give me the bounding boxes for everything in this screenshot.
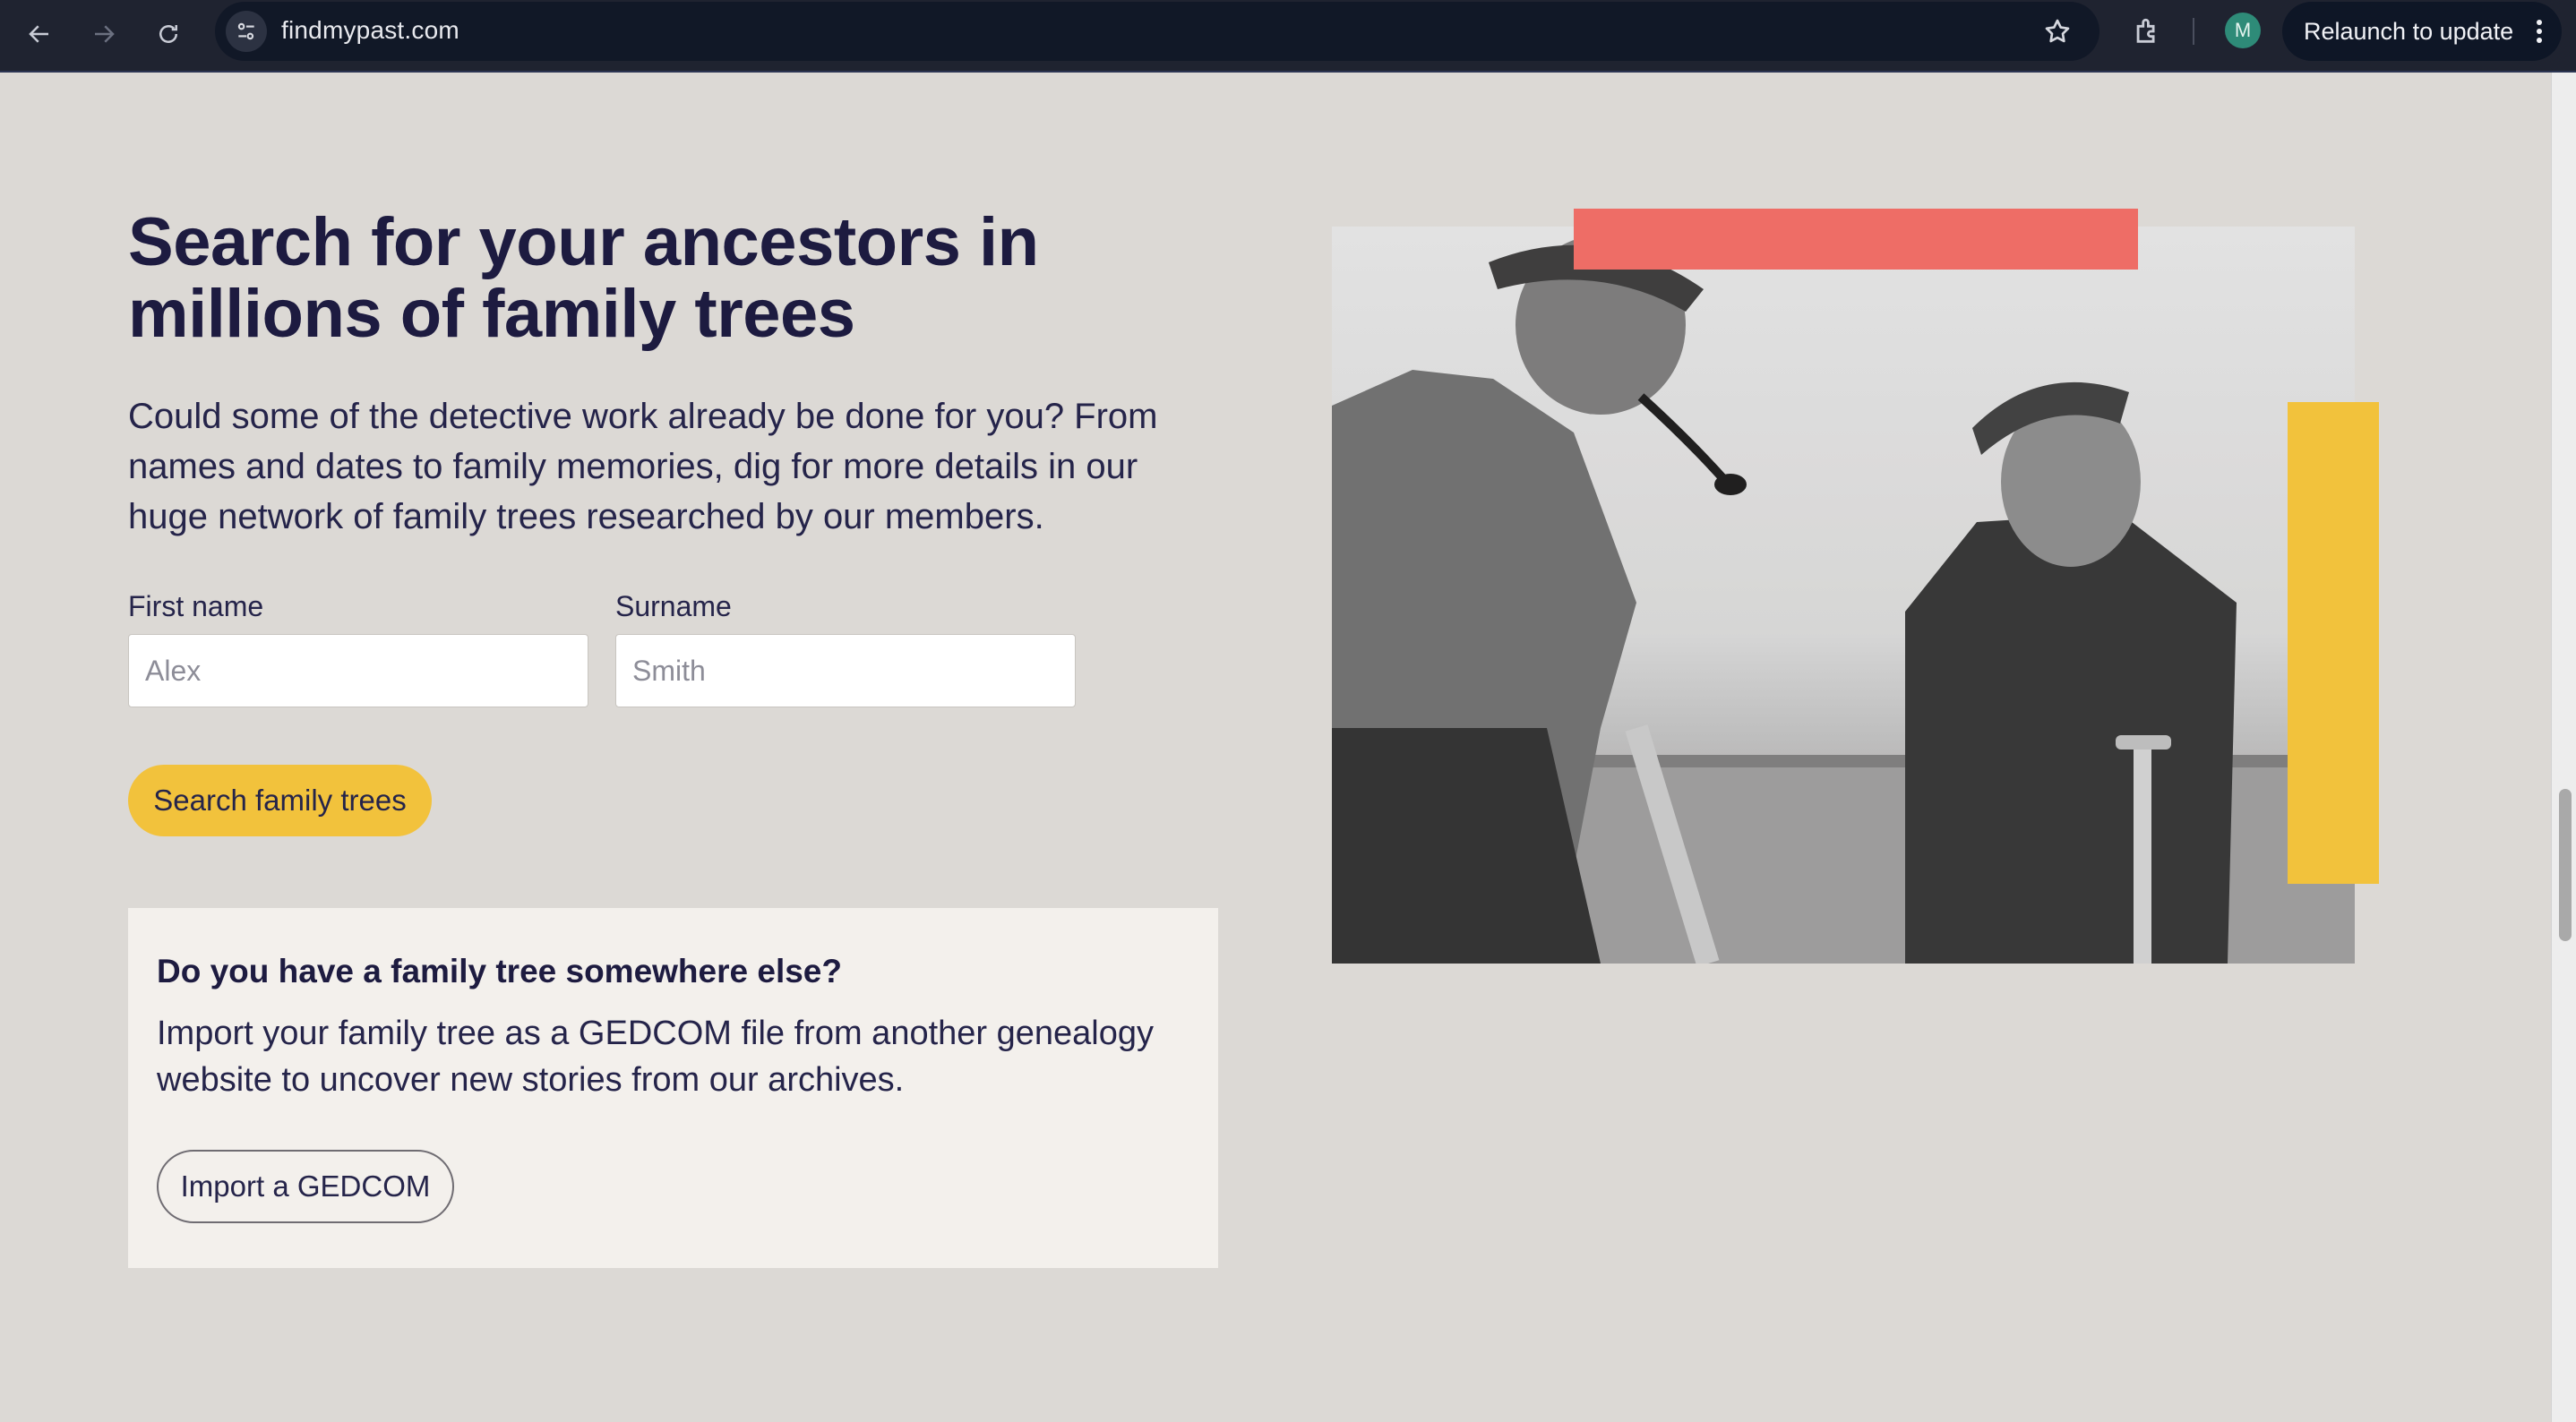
first-name-label: First name [128, 590, 264, 622]
red-accent-bar [1574, 209, 2138, 270]
site-settings-icon[interactable] [226, 11, 267, 52]
import-gedcom-card: Do you have a family tree somewhere else… [128, 908, 1218, 1268]
browser-toolbar: findmypast.com M Relaunch to update [0, 0, 2576, 73]
search-family-trees-button[interactable]: Search family trees [128, 765, 432, 836]
page-title-line-1: Search for your ancestors in [128, 204, 1039, 280]
profile-avatar[interactable]: M [2225, 13, 2261, 48]
surname-label: Surname [615, 590, 732, 622]
page-title: Search for your ancestors in millions of… [128, 207, 1113, 350]
first-name-input[interactable] [128, 634, 588, 707]
page-content: Search for your ancestors in millions of… [0, 73, 2551, 1422]
bookmark-star-icon[interactable] [2040, 14, 2074, 48]
intro-line-3: huge network of family trees researched … [128, 497, 1044, 536]
import-card-text: Import your family tree as a GEDCOM file… [157, 1010, 1187, 1103]
relaunch-button[interactable]: Relaunch to update [2282, 2, 2562, 61]
import-card-title: Do you have a family tree somewhere else… [157, 953, 842, 989]
page-scrollbar[interactable] [2551, 73, 2576, 1422]
import-card-text-line-2: website to uncover new stories from our … [157, 1061, 905, 1099]
more-vert-icon[interactable] [2537, 20, 2542, 43]
hero-photo [1332, 227, 2355, 964]
intro-line-1: Could some of the detective work already… [128, 397, 1158, 436]
address-bar[interactable]: findmypast.com [215, 2, 2099, 61]
import-card-text-line-1: Import your family tree as a GEDCOM file… [157, 1015, 1155, 1052]
forward-arrow-icon[interactable] [82, 13, 125, 56]
intro-paragraph: Could some of the detective work already… [128, 391, 1230, 542]
intro-line-2: names and dates to family memories, dig … [128, 447, 1138, 486]
extensions-icon[interactable] [2126, 11, 2168, 52]
reload-icon[interactable] [147, 13, 190, 56]
import-gedcom-button[interactable]: Import a GEDCOM [157, 1150, 454, 1223]
page-title-line-2: millions of family trees [128, 276, 855, 352]
relaunch-label: Relaunch to update [2304, 17, 2514, 45]
toolbar-divider [2193, 18, 2194, 45]
back-arrow-icon[interactable] [18, 13, 61, 56]
scrollbar-thumb[interactable] [2559, 789, 2572, 941]
url-text[interactable]: findmypast.com [281, 16, 459, 45]
surname-input[interactable] [615, 634, 1076, 707]
yellow-accent-bar [2288, 402, 2379, 884]
